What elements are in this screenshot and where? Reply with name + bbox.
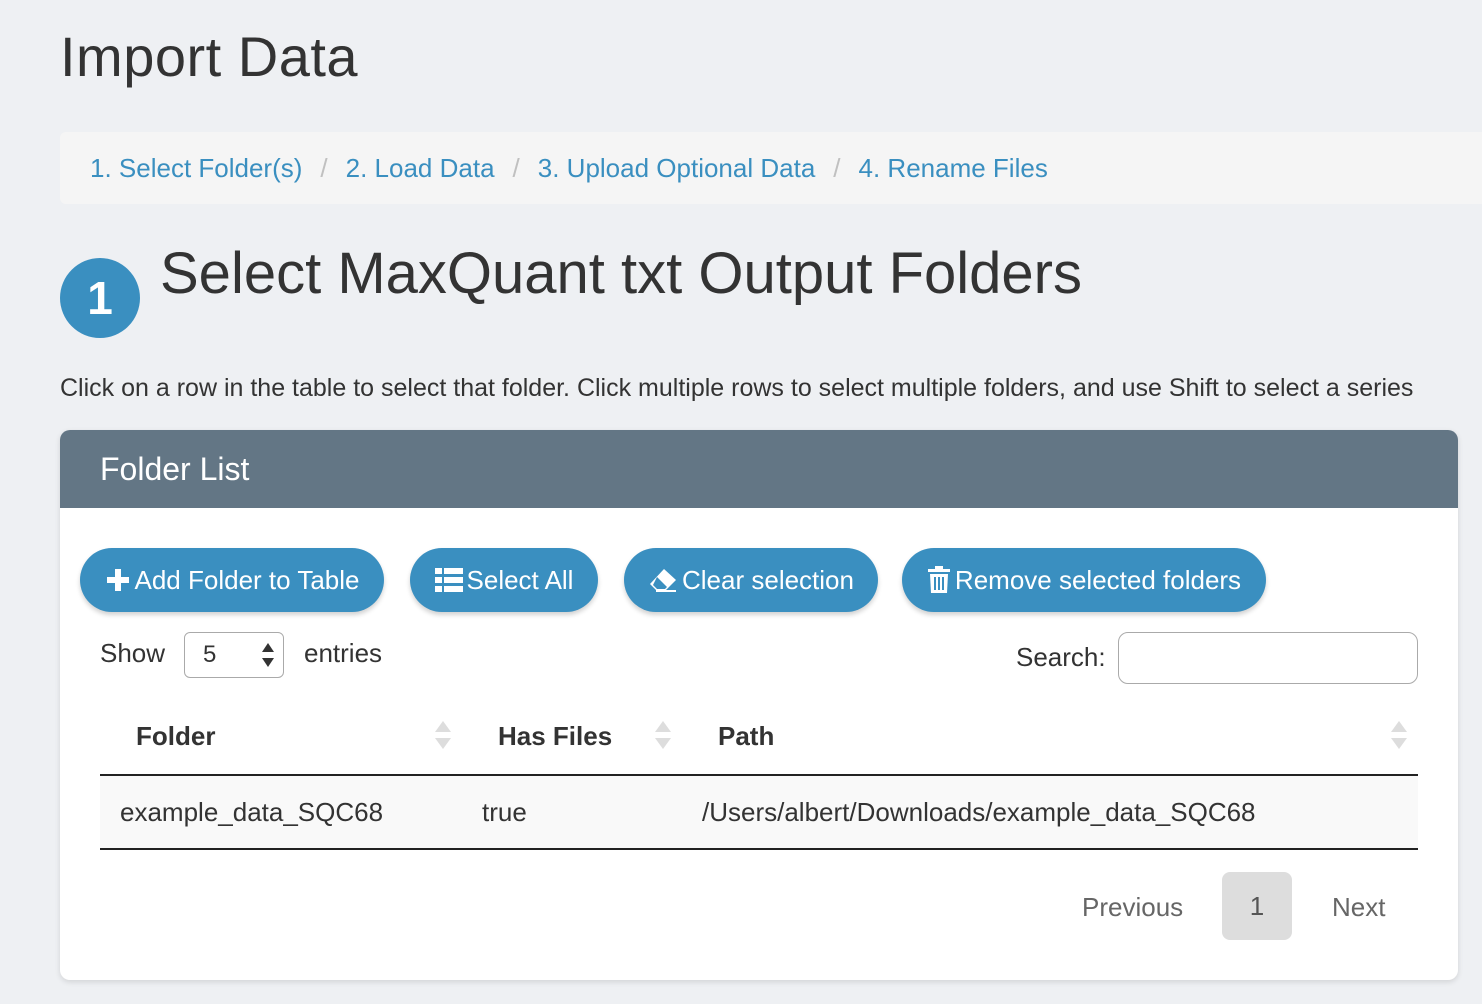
pagination-previous[interactable]: Previous	[1082, 892, 1183, 923]
column-header-has-files[interactable]: Has Files	[498, 698, 612, 774]
pagination-next[interactable]: Next	[1332, 892, 1385, 923]
add-folder-button-label: Add Folder to Table	[134, 564, 360, 595]
panel-title: Folder List	[100, 450, 250, 487]
column-header-path[interactable]: Path	[718, 698, 774, 774]
breadcrumb-separator: /	[320, 152, 328, 183]
add-folder-button[interactable]: Add Folder to Table	[80, 548, 384, 612]
column-header-folder[interactable]: Folder	[136, 698, 215, 774]
step-number-badge: 1	[60, 258, 140, 338]
table-row[interactable]: example_data_SQC68 true /Users/albert/Do…	[100, 776, 1418, 850]
plus-icon	[105, 567, 131, 593]
remove-selected-folders-button-label: Remove selected folders	[954, 564, 1242, 595]
instructions-text: Click on a row in the table to select th…	[60, 374, 1414, 402]
eraser-icon	[648, 567, 678, 593]
show-label: Show	[100, 638, 166, 668]
select-all-button-label: Select All	[466, 564, 574, 595]
folder-table: Folder Has Files Path example_data_SQC68…	[100, 698, 1418, 850]
panel-header: Folder List	[60, 430, 1458, 508]
entries-per-page-select[interactable]: 5	[184, 632, 284, 678]
cell-folder: example_data_SQC68	[120, 796, 384, 827]
breadcrumb-item-rename-files[interactable]: 4. Rename Files	[859, 153, 1048, 184]
cell-has-files: true	[482, 796, 527, 827]
breadcrumb: 1. Select Folder(s) / 2. Load Data / 3. …	[60, 132, 1482, 204]
breadcrumb-item-select-folders[interactable]: 1. Select Folder(s)	[90, 153, 302, 184]
select-all-button[interactable]: Select All	[410, 548, 598, 612]
search-input[interactable]	[1118, 632, 1418, 684]
clear-selection-button-label: Clear selection	[682, 564, 854, 595]
breadcrumb-separator: /	[512, 152, 520, 183]
breadcrumb-separator: /	[833, 152, 841, 183]
table-header: Folder Has Files Path	[100, 698, 1418, 776]
remove-selected-folders-button[interactable]: Remove selected folders	[902, 548, 1266, 612]
breadcrumb-item-load-data[interactable]: 2. Load Data	[346, 153, 495, 184]
trash-icon	[927, 566, 951, 594]
section-title: Select MaxQuant txt Output Folders	[160, 241, 1082, 306]
entries-label: entries	[304, 638, 383, 668]
sort-icon	[654, 720, 672, 755]
select-arrows-icon	[261, 641, 275, 676]
list-icon	[434, 567, 463, 593]
entries-select-value: 5	[203, 641, 217, 668]
breadcrumb-item-upload-optional-data[interactable]: 3. Upload Optional Data	[538, 153, 816, 184]
clear-selection-button[interactable]: Clear selection	[624, 548, 878, 612]
folder-list-panel: Folder List Add Folder to Table Select A…	[60, 430, 1458, 980]
page-title: Import Data	[60, 25, 359, 88]
sort-icon	[434, 720, 452, 755]
cell-path: /Users/albert/Downloads/example_data_SQC…	[702, 796, 1256, 827]
sort-icon	[1390, 720, 1408, 755]
pagination-page-1[interactable]: 1	[1222, 872, 1292, 940]
search-label: Search:	[1016, 642, 1106, 672]
